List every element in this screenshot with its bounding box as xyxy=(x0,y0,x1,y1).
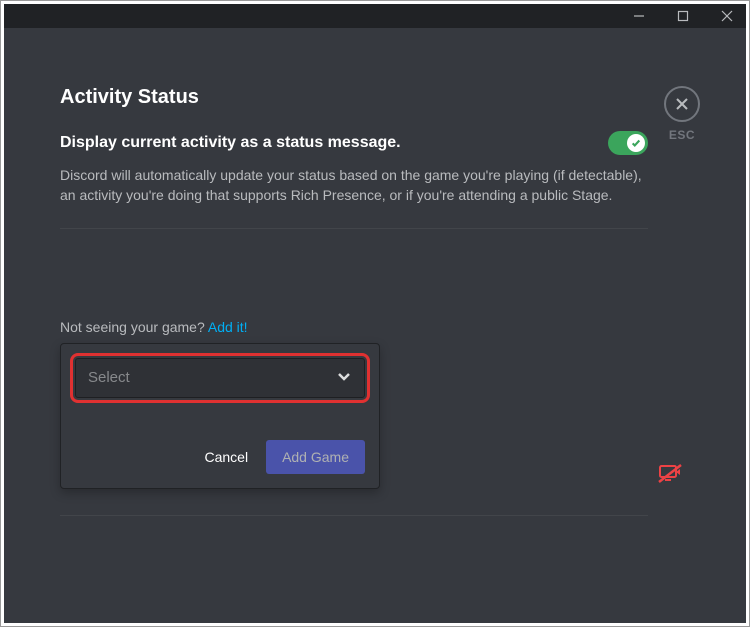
add-game-popup: Select Cancel Add Game xyxy=(60,343,380,489)
activity-status-toggle[interactable] xyxy=(608,131,648,155)
page-title: Activity Status xyxy=(60,86,690,109)
game-select-dropdown[interactable]: Select xyxy=(75,358,365,398)
titlebar xyxy=(4,4,746,28)
not-seeing-prompt: Not seeing your game? Add it! xyxy=(60,319,690,335)
toggle-knob xyxy=(627,134,645,152)
settings-content: ESC Activity Status Display current acti… xyxy=(4,28,746,623)
divider xyxy=(60,228,648,229)
cancel-button[interactable]: Cancel xyxy=(204,449,248,465)
close-settings-button[interactable] xyxy=(664,86,700,122)
chevron-down-icon xyxy=(336,368,352,388)
setting-label: Display current activity as a status mes… xyxy=(60,134,401,152)
prompt-text: Not seeing your game? xyxy=(60,319,208,335)
screenshare-disabled-icon xyxy=(658,464,682,484)
esc-label: ESC xyxy=(669,128,695,142)
add-game-button[interactable]: Add Game xyxy=(266,440,365,474)
add-it-link[interactable]: Add it! xyxy=(208,319,248,335)
close-window-button[interactable] xyxy=(714,5,740,27)
app-window: ESC Activity Status Display current acti… xyxy=(4,4,746,623)
divider xyxy=(60,515,648,516)
select-placeholder: Select xyxy=(88,369,130,386)
maximize-button[interactable] xyxy=(670,5,696,27)
setting-description: Discord will automatically update your s… xyxy=(60,165,648,206)
minimize-button[interactable] xyxy=(626,5,652,27)
